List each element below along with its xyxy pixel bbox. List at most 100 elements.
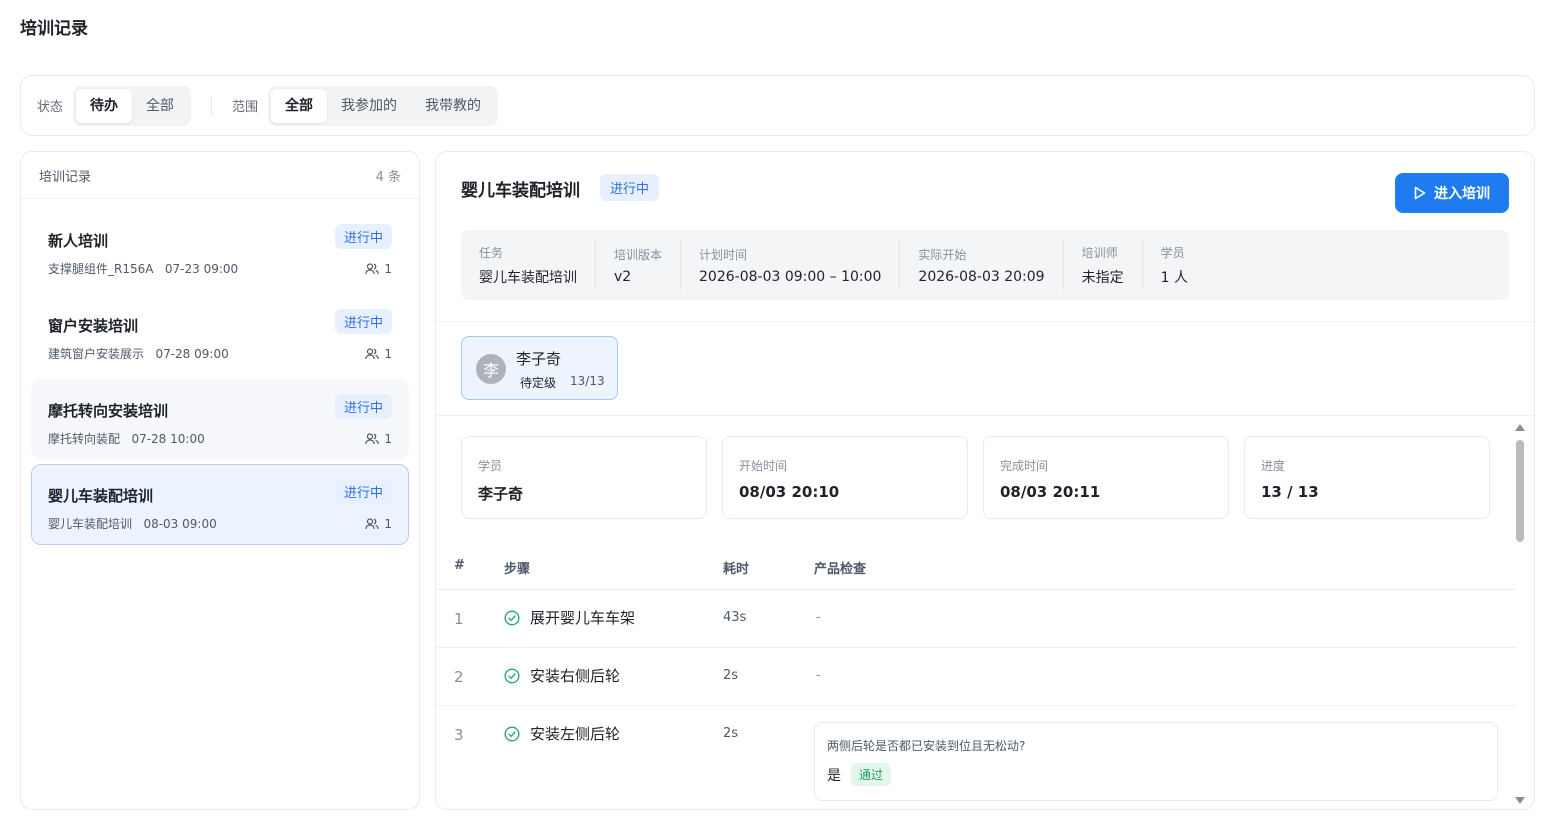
record-meta: 摩托转向装配 07-28 10:00 bbox=[48, 432, 205, 446]
stat-key: 完成时间 bbox=[1000, 459, 1049, 473]
scroll-down-arrow-icon[interactable] bbox=[1515, 797, 1525, 804]
records-count: 4 条 bbox=[375, 169, 401, 185]
info-key: 培训师 bbox=[1081, 245, 1118, 260]
people-icon bbox=[365, 432, 380, 444]
people-icon bbox=[365, 517, 380, 529]
scope-filter-label: 范围 bbox=[232, 100, 259, 115]
records-panel-header: 培训记录 4 条 bbox=[21, 152, 419, 199]
scrollbar[interactable] bbox=[1514, 424, 1526, 808]
step-duration: 2s bbox=[723, 668, 739, 683]
col-duration: 耗时 bbox=[723, 562, 750, 577]
record-item[interactable]: 婴儿车装配培训 进行中 婴儿车装配培训 08-03 09:00 1 bbox=[31, 464, 409, 545]
record-item[interactable]: 窗户安装培训 进行中 建筑窗户安装展示 07-28 09:00 1 bbox=[31, 294, 409, 375]
divider bbox=[436, 321, 1534, 322]
col-step: 步骤 bbox=[504, 562, 531, 577]
step-check: - bbox=[816, 668, 821, 683]
info-value: 婴儿车装配培训 bbox=[479, 269, 577, 286]
info-trainees: 学员 1 人 bbox=[1161, 240, 1206, 290]
col-product-check: 产品检查 bbox=[814, 562, 867, 577]
record-people-count: 1 bbox=[384, 261, 392, 276]
info-version: 培训版本 v2 bbox=[614, 240, 682, 290]
steps-table: # 步骤 耗时 产品检查 1 展开婴儿车车架 43s - 2 安装右侧后轮 2s… bbox=[436, 546, 1516, 809]
step-name: 安装右侧后轮 bbox=[530, 667, 621, 685]
table-row: 2 安装右侧后轮 2s - bbox=[436, 648, 1516, 706]
row-index: 1 bbox=[454, 610, 464, 628]
record-meta: 建筑窗户安装展示 07-28 09:00 bbox=[48, 347, 229, 361]
record-item[interactable]: 新人培训 进行中 支撑腿组件_R156A 07-23 09:00 1 bbox=[31, 209, 409, 290]
training-info-strip: 任务 婴儿车装配培训 培训版本 v2 计划时间 2026-08-03 09:00… bbox=[461, 230, 1509, 300]
col-index: # bbox=[454, 558, 465, 573]
status-filter-label: 状态 bbox=[37, 100, 64, 115]
detail-status-badge: 进行中 bbox=[600, 174, 660, 201]
record-item[interactable]: 摩托转向安装培训 进行中 摩托转向装配 07-28 10:00 1 bbox=[31, 379, 409, 460]
records-panel: 培训记录 4 条 新人培训 进行中 支撑腿组件_R156A 07-23 09:0… bbox=[20, 151, 420, 810]
check-answer: 是 bbox=[827, 767, 841, 784]
table-row: 3 安装左侧后轮 2s 两侧后轮是否都已安装到位且无松动? 是 通过 bbox=[436, 706, 1516, 809]
info-value: 1 人 bbox=[1160, 269, 1188, 286]
detail-title: 婴儿车装配培训 bbox=[461, 181, 580, 201]
scope-option-mentored[interactable]: 我带教的 bbox=[411, 89, 495, 123]
stat-card-trainee: 学员 李子奇 bbox=[461, 436, 707, 519]
info-key: 培训版本 bbox=[614, 247, 663, 262]
info-value: 2026-08-03 09:00 – 10:00 bbox=[699, 268, 882, 285]
records-list: 新人培训 进行中 支撑腿组件_R156A 07-23 09:00 1 窗户安装培… bbox=[21, 199, 419, 559]
check-circle-icon bbox=[504, 609, 520, 626]
scope-segmented-control: 全部 我参加的 我带教的 bbox=[268, 85, 499, 126]
enter-training-label: 进入培训 bbox=[1434, 186, 1490, 202]
step-name: 展开婴儿车车架 bbox=[530, 609, 636, 627]
people-icon bbox=[365, 347, 380, 359]
avatar: 李 bbox=[476, 354, 506, 384]
row-index: 2 bbox=[454, 668, 464, 686]
step-duration: 43s bbox=[723, 610, 747, 625]
product-check-card: 两侧后轮是否都已安装到位且无松动? 是 通过 bbox=[814, 722, 1498, 801]
step-duration: 2s bbox=[723, 726, 739, 741]
info-trainer: 培训师 未指定 bbox=[1082, 240, 1143, 290]
stat-key: 学员 bbox=[478, 459, 503, 473]
status-option-todo[interactable]: 待办 bbox=[76, 88, 133, 123]
record-people-count: 1 bbox=[384, 431, 392, 446]
stat-value: 08/03 20:11 bbox=[1000, 483, 1101, 501]
info-value: v2 bbox=[614, 268, 632, 285]
info-key: 计划时间 bbox=[699, 247, 748, 262]
status-option-all[interactable]: 全部 bbox=[132, 89, 188, 123]
enter-training-button[interactable]: 进入培训 bbox=[1395, 173, 1509, 213]
info-key: 任务 bbox=[479, 245, 504, 260]
scrollbar-thumb[interactable] bbox=[1516, 440, 1524, 542]
row-index: 3 bbox=[454, 726, 464, 744]
scope-option-all[interactable]: 全部 bbox=[271, 88, 328, 123]
check-question: 两侧后轮是否都已安装到位且无松动? bbox=[827, 739, 1026, 753]
stat-value: 08/03 20:10 bbox=[739, 483, 840, 501]
stat-card-progress: 进度 13 / 13 bbox=[1244, 436, 1490, 519]
filter-divider bbox=[211, 95, 213, 116]
stat-value: 李子奇 bbox=[478, 485, 524, 503]
step-name: 安装左侧后轮 bbox=[530, 725, 621, 743]
trainee-name: 李子奇 bbox=[516, 350, 562, 368]
status-badge: 进行中 bbox=[334, 309, 392, 334]
scope-option-joined[interactable]: 我参加的 bbox=[327, 89, 411, 123]
table-header: # 步骤 耗时 产品检查 bbox=[436, 546, 1516, 590]
table-row: 1 展开婴儿车车架 43s - bbox=[436, 590, 1516, 648]
trainee-card[interactable]: 李 李子奇 待定级 13/13 bbox=[461, 336, 618, 400]
step-check: - bbox=[816, 610, 821, 625]
records-panel-title: 培训记录 bbox=[39, 169, 92, 185]
page-title: 培训记录 bbox=[20, 19, 88, 39]
info-task: 任务 婴儿车装配培训 bbox=[479, 240, 596, 290]
trainee-level: 待定级 bbox=[520, 376, 557, 390]
stat-card-start-time: 开始时间 08/03 20:10 bbox=[722, 436, 968, 519]
check-circle-icon bbox=[504, 725, 520, 742]
stat-key: 进度 bbox=[1261, 459, 1286, 473]
detail-panel: 婴儿车装配培训 进行中 进入培训 任务 婴儿车装配培训 培训版本 v2 计划时间… bbox=[435, 151, 1535, 810]
record-meta: 支撑腿组件_R156A 07-23 09:00 bbox=[48, 262, 239, 276]
stat-card-finish-time: 完成时间 08/03 20:11 bbox=[983, 436, 1229, 519]
status-segmented-control: 待办 全部 bbox=[73, 85, 192, 126]
info-actual-start: 实际开始 2026-08-03 20:09 bbox=[918, 240, 1064, 290]
scroll-up-arrow-icon[interactable] bbox=[1515, 424, 1525, 431]
record-people-count: 1 bbox=[384, 516, 392, 531]
status-badge: 进行中 bbox=[334, 394, 392, 419]
stat-value: 13 / 13 bbox=[1261, 483, 1319, 501]
status-badge: 进行中 bbox=[334, 479, 392, 504]
info-planned-time: 计划时间 2026-08-03 09:00 – 10:00 bbox=[699, 240, 901, 290]
info-value: 未指定 bbox=[1081, 269, 1124, 286]
record-meta: 婴儿车装配培训 08-03 09:00 bbox=[48, 517, 217, 531]
check-circle-icon bbox=[504, 667, 520, 684]
